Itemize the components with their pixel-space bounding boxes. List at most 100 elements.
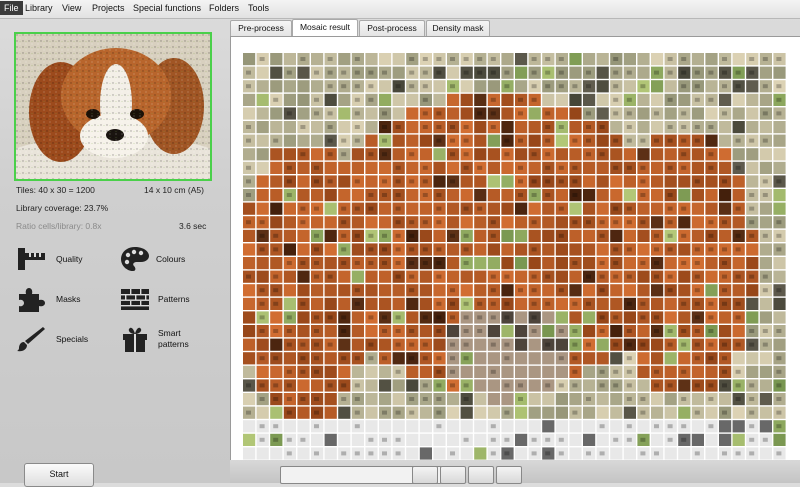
mosaic-tile-detail — [450, 301, 455, 306]
menu-projects[interactable]: Projects — [92, 3, 125, 13]
mosaic-tile-detail — [436, 138, 442, 143]
mosaic-tile-detail — [613, 111, 619, 116]
nav-button-3[interactable] — [468, 466, 494, 484]
mosaic-tile-detail — [273, 97, 279, 102]
mosaic-tile — [759, 121, 772, 134]
mosaic-tile — [542, 202, 555, 215]
mosaic-tile-detail — [586, 125, 591, 129]
mosaic-tile — [542, 93, 555, 106]
mosaic-tile — [419, 229, 432, 242]
mosaic-tile — [583, 189, 596, 202]
mosaic-tile — [474, 352, 487, 365]
mosaic-tile-detail — [354, 125, 360, 129]
mosaic-tile — [610, 175, 623, 188]
mosaic-tile — [311, 379, 324, 392]
mosaic-tile — [379, 338, 392, 351]
mosaic-tile-detail — [341, 247, 347, 252]
masks-tool[interactable]: Masks — [16, 285, 81, 313]
tab-pre-process[interactable]: Pre-process — [230, 20, 292, 36]
mosaic-tile — [501, 53, 514, 66]
nav-button-4[interactable] — [496, 466, 522, 484]
quality-tool[interactable]: Quality — [16, 245, 82, 273]
nav-button-2[interactable] — [440, 466, 466, 484]
mosaic-tile-detail — [259, 220, 265, 225]
mosaic-tile — [651, 121, 664, 134]
mosaic-tile-detail — [749, 342, 755, 347]
menu-file[interactable]: File — [0, 1, 23, 15]
mosaic-tile-detail — [368, 152, 374, 157]
mosaic-tile — [773, 338, 786, 351]
mosaic-tile — [651, 216, 664, 229]
mosaic-tile-detail — [572, 356, 578, 361]
mosaic-tile-detail — [694, 383, 700, 388]
patterns-tool[interactable]: Patterns — [120, 285, 190, 313]
mosaic-tile — [365, 297, 378, 310]
mosaic-tile-detail — [776, 424, 782, 429]
mosaic-tile-detail — [640, 437, 646, 442]
mosaic-tile — [365, 365, 378, 378]
preview-thumbnail[interactable] — [14, 32, 212, 181]
mosaic-tile — [746, 80, 759, 93]
mosaic-tile-detail — [654, 261, 659, 265]
mosaic-tile-detail — [463, 57, 469, 61]
mosaic-tile-detail — [368, 84, 374, 89]
start-button[interactable]: Start — [24, 463, 94, 487]
mosaic-tile-detail — [422, 70, 428, 75]
tab-mosaic-result[interactable]: Mosaic result — [292, 19, 358, 36]
mosaic-tile — [719, 93, 732, 106]
mosaic-tile-detail — [300, 57, 306, 61]
mosaic-canvas[interactable] — [230, 36, 800, 461]
nav-button-1[interactable] — [412, 466, 438, 484]
mosaic-tile — [542, 420, 555, 433]
mosaic-tile — [678, 352, 691, 365]
mosaic-tile-detail — [450, 84, 455, 89]
mosaic-tile-detail — [572, 179, 578, 184]
mosaic-tile-detail — [735, 247, 741, 252]
menu-view[interactable]: View — [62, 3, 81, 13]
mosaic-tile — [311, 134, 324, 147]
mosaic-tile-detail — [368, 261, 374, 265]
mosaic-tile-detail — [694, 356, 700, 361]
tab-density-mask[interactable]: Density mask — [426, 20, 490, 36]
menu-library[interactable]: Library — [25, 3, 53, 13]
mosaic-tile — [515, 447, 528, 460]
mosaic-tile — [515, 297, 528, 310]
mosaic-tile — [528, 406, 541, 419]
mosaic-tile — [664, 447, 677, 460]
mosaic-tile-detail — [273, 437, 279, 442]
mosaic-tile-detail — [422, 383, 428, 388]
mosaic-tile-detail — [341, 70, 347, 75]
mosaic-tile — [392, 148, 405, 161]
brick-wall-icon — [121, 289, 149, 310]
mosaic-tile — [555, 134, 568, 147]
mosaic-tile — [610, 121, 623, 134]
mosaic-tile-detail — [640, 397, 646, 401]
mosaic-tile-detail — [626, 397, 632, 401]
mosaic-tile-detail — [246, 70, 251, 75]
mosaic-tile — [487, 393, 500, 406]
mosaic-tile — [419, 134, 432, 147]
mosaic-tile — [474, 270, 487, 283]
mosaic-tile-detail — [463, 206, 469, 211]
menu-tools[interactable]: Tools — [248, 3, 269, 13]
mosaic-tile-detail — [586, 84, 591, 89]
mosaic-tile — [447, 161, 460, 174]
mosaic-tile — [419, 420, 432, 433]
mosaic-tile-detail — [708, 342, 714, 347]
menu-special-functions[interactable]: Special functions — [133, 3, 201, 13]
mosaic-tile — [351, 243, 364, 256]
mosaic-tile — [664, 107, 677, 120]
mosaic-tile-detail — [667, 97, 673, 102]
mosaic-tile-detail — [436, 315, 442, 320]
tab-post-process[interactable]: Post-process — [359, 20, 425, 36]
mosaic-tile — [460, 284, 473, 297]
mosaic-tile-detail — [450, 57, 455, 61]
mosaic-tile-detail — [409, 410, 415, 415]
smart-patterns-tool[interactable]: Smart patterns — [120, 325, 189, 353]
colours-tool[interactable]: Colours — [120, 245, 185, 273]
ruler-icon — [18, 248, 45, 270]
menu-folders[interactable]: Folders — [209, 3, 239, 13]
mosaic-tile-detail — [436, 70, 442, 75]
specials-tool[interactable]: Specials — [16, 325, 88, 353]
mosaic-tile-detail — [708, 97, 714, 102]
